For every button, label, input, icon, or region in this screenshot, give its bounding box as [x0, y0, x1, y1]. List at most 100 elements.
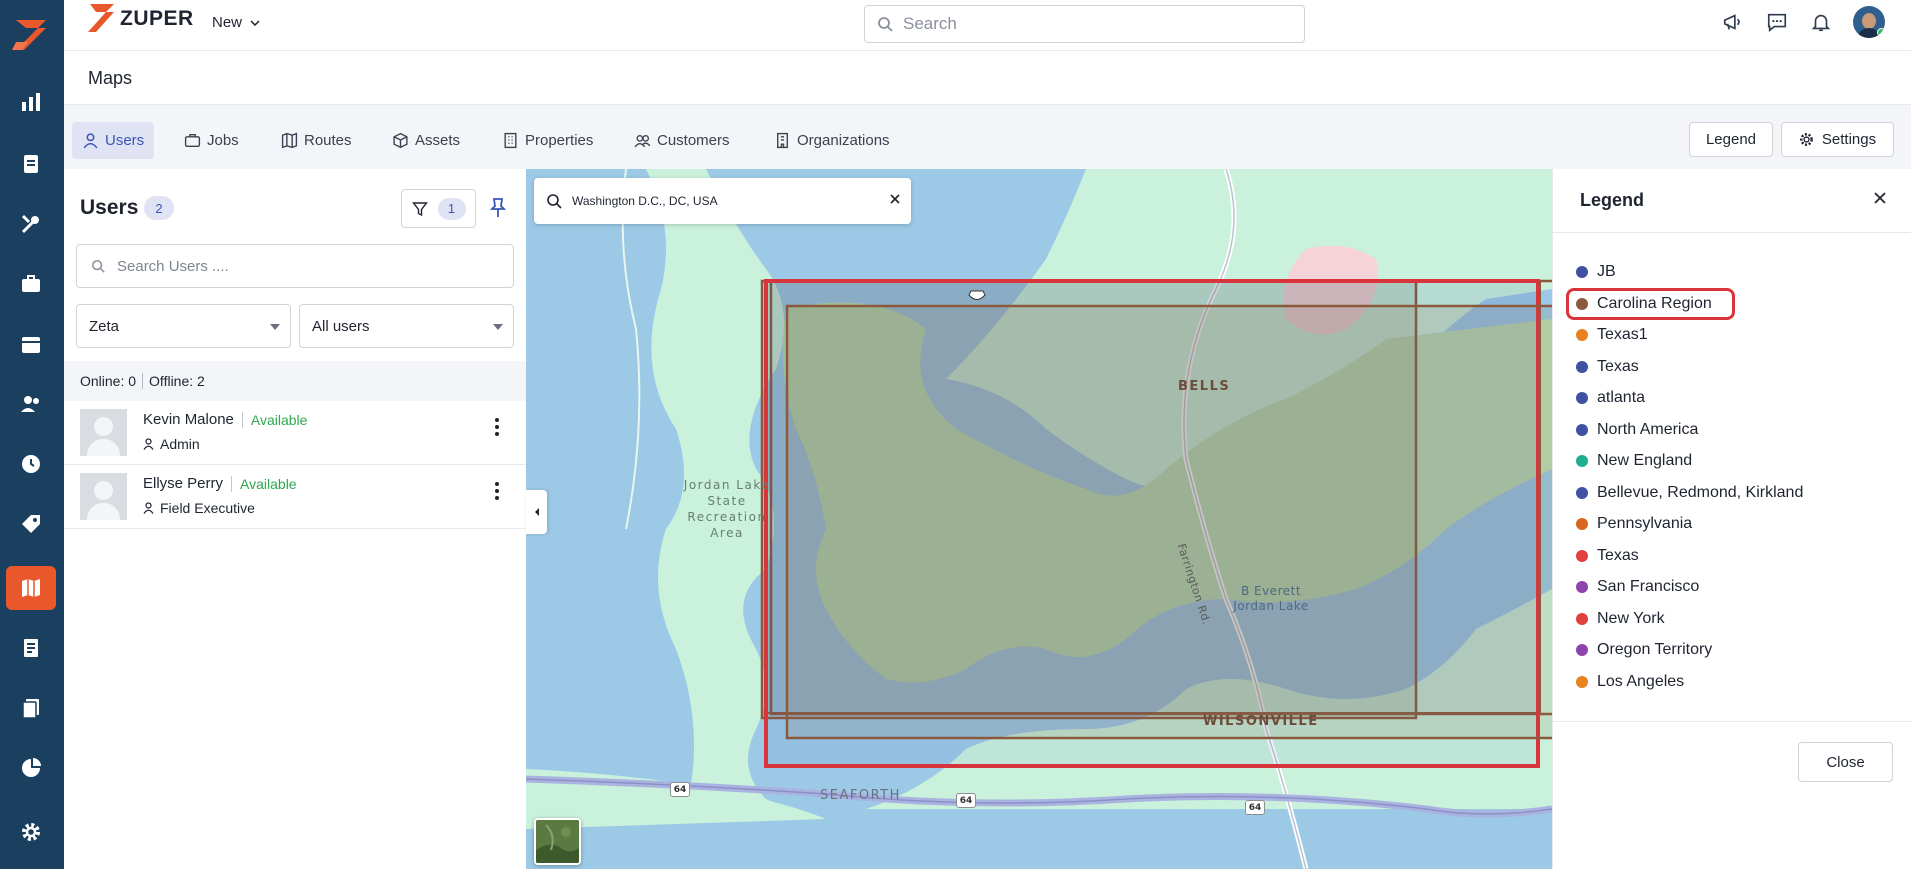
legend-item-label: Carolina Region [1597, 294, 1712, 312]
legend-item-label: North America [1597, 420, 1699, 438]
legend-item[interactable]: North America [1576, 419, 1698, 441]
map-tabs: Users Jobs Routes Assets Properties Cust… [64, 105, 1911, 169]
highway-shield: 64 [670, 782, 690, 797]
legend-item[interactable]: Texas [1576, 356, 1639, 378]
pin-icon[interactable] [489, 197, 507, 224]
legend-close-button[interactable]: Close [1798, 742, 1893, 782]
jobs-icon[interactable] [6, 142, 56, 186]
clock-icon[interactable] [6, 442, 56, 486]
more-options-icon[interactable] [487, 479, 507, 503]
user-list-item[interactable]: Ellyse Perry Available Field Executive [64, 465, 526, 529]
tab-organizations[interactable]: Organizations [764, 122, 900, 159]
clear-search-icon[interactable] [889, 192, 901, 210]
legend-item[interactable]: Texas1 [1576, 324, 1648, 346]
legend-item-label: Oregon Territory [1597, 641, 1713, 658]
legend-item[interactable]: atlanta [1576, 387, 1645, 409]
user-role: Admin [160, 436, 200, 452]
calendar-icon[interactable] [6, 322, 56, 366]
filter-count-badge: 1 [437, 197, 466, 220]
bell-icon[interactable] [1809, 10, 1833, 34]
legend-color-swatch [1576, 423, 1588, 436]
map-label-bells: BELLS [1178, 379, 1231, 394]
legend-item[interactable]: New England [1576, 450, 1692, 472]
announcement-icon[interactable] [1721, 10, 1745, 34]
user-list-item[interactable]: Kevin Malone Available Admin [64, 401, 526, 465]
map-location-search[interactable] [534, 178, 911, 224]
legend-item-label: atlanta [1597, 389, 1646, 406]
invoice-icon[interactable] [6, 626, 56, 670]
person-icon [143, 502, 154, 514]
legend-item[interactable]: Los Angeles [1576, 671, 1684, 693]
tab-label: Organizations [797, 132, 890, 149]
tab-properties[interactable]: Properties [492, 122, 603, 159]
map-canvas[interactable]: BELLS WILSONVILLE SEAFORTH Farrington Rd… [526, 169, 1552, 869]
tab-jobs[interactable]: Jobs [174, 122, 249, 159]
team-select[interactable]: Zeta [76, 304, 291, 348]
legend-item[interactable]: New York [1576, 608, 1665, 630]
satellite-toggle[interactable] [534, 818, 581, 865]
tab-assets[interactable]: Assets [382, 122, 470, 159]
global-search[interactable] [864, 5, 1305, 43]
legend-item[interactable]: Pennsylvania [1576, 513, 1692, 535]
map-search-input[interactable] [572, 194, 882, 208]
legend-header: Legend [1553, 169, 1911, 233]
legend-color-swatch [1576, 360, 1588, 373]
legend-color-swatch [1576, 392, 1588, 404]
tab-users[interactable]: Users [72, 122, 155, 159]
legend-item[interactable]: Carolina Region [1566, 287, 1735, 320]
brand[interactable]: ZUPER [86, 2, 194, 36]
legend-color-swatch [1576, 455, 1588, 467]
more-options-icon[interactable] [487, 415, 507, 439]
user-avatar-placeholder [80, 409, 127, 456]
users-search-input[interactable] [117, 257, 497, 275]
legend-item[interactable]: JB [1576, 261, 1616, 283]
search-icon [878, 17, 893, 32]
documents-icon[interactable] [6, 686, 56, 730]
highway-shield: 64 [1245, 800, 1265, 815]
tab-label: Users [105, 132, 145, 149]
settings-button[interactable]: Settings [1781, 122, 1894, 157]
legend-item-label: Los Angeles [1597, 672, 1685, 690]
tab-label: Jobs [207, 132, 239, 149]
reports-pie-icon[interactable] [6, 746, 56, 790]
legend-item[interactable]: Bellevue, Redmond, Kirkland [1576, 482, 1803, 504]
legend-color-swatch [1576, 329, 1588, 341]
team-icon[interactable] [6, 382, 56, 426]
global-search-input[interactable] [903, 14, 1283, 34]
tag-icon[interactable] [6, 502, 56, 546]
tools-icon[interactable] [6, 202, 56, 246]
park-label-line: Recreation Area [687, 510, 767, 540]
analytics-icon[interactable] [6, 80, 56, 124]
tab-label: Properties [525, 132, 594, 149]
tab-routes[interactable]: Routes [271, 122, 362, 159]
new-menu-button[interactable]: New [212, 14, 260, 31]
map-label-seaforth: SEAFORTH [820, 788, 901, 803]
top-bar: ZUPER New [64, 0, 1911, 51]
chat-icon[interactable] [1765, 10, 1789, 34]
gear-icon [1800, 133, 1813, 146]
people-icon [634, 135, 651, 148]
close-icon[interactable] [1873, 191, 1887, 210]
tab-customers[interactable]: Customers [624, 122, 740, 159]
filter-button[interactable]: 1 [401, 189, 476, 228]
tab-label: Customers [657, 132, 730, 149]
tab-label: Routes [304, 132, 352, 149]
legend-panel: Legend JB Carolina Region Texas1 Texas atlan… [1552, 169, 1911, 869]
briefcase-icon[interactable] [6, 262, 56, 306]
settings-gear-icon[interactable] [6, 810, 56, 854]
page-header: Maps [64, 51, 1911, 105]
legend-item[interactable]: Oregon Territory [1576, 639, 1712, 661]
zuper-logo-icon[interactable] [8, 14, 54, 56]
users-search[interactable] [76, 244, 514, 288]
carolina-region-outline [785, 304, 1552, 740]
legend-item[interactable]: Texas [1576, 545, 1639, 567]
legend-button[interactable]: Legend [1689, 122, 1773, 157]
users-filter-value: All users [312, 317, 370, 335]
users-filter-select[interactable]: All users [299, 304, 514, 348]
user-avatar[interactable] [1853, 6, 1885, 38]
legend-item[interactable]: San Francisco [1576, 576, 1699, 598]
maps-icon[interactable] [6, 566, 56, 610]
brand-name: ZUPER [120, 7, 194, 30]
lake-label-line: B Everett [1240, 584, 1302, 598]
collapse-panel-button[interactable] [526, 490, 547, 534]
